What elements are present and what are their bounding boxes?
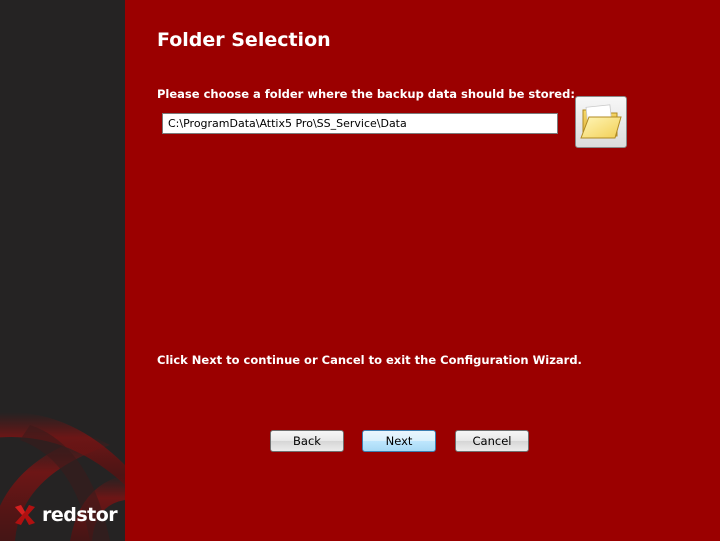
page-title: Folder Selection [157, 29, 331, 51]
folder-path-input[interactable] [162, 113, 558, 134]
redstor-logo: redstor [12, 500, 122, 530]
sidebar: redstor [0, 0, 125, 541]
back-button[interactable]: Back [270, 430, 344, 452]
redstor-x-icon [15, 505, 35, 525]
next-button[interactable]: Next [362, 430, 436, 452]
instruction-text: Click Next to continue or Cancel to exit… [157, 353, 582, 367]
browse-folder-button[interactable] [575, 96, 627, 148]
cancel-button[interactable]: Cancel [455, 430, 529, 452]
folder-prompt-label: Please choose a folder where the backup … [157, 87, 575, 101]
logo-text: redstor [42, 504, 118, 526]
wizard-panel: Folder Selection Please choose a folder … [125, 0, 720, 541]
folder-icon [580, 104, 622, 139]
